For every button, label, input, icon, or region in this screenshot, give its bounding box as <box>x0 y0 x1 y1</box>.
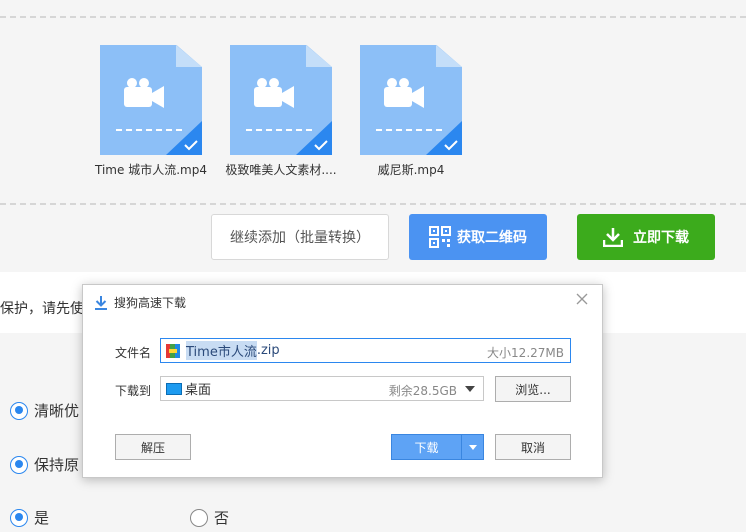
file-name: 威尼斯.mp4 <box>377 163 445 177</box>
close-icon[interactable] <box>574 291 590 307</box>
option-label: 保持原 <box>34 456 80 474</box>
option-keep-original[interactable]: 保持原 <box>10 454 79 475</box>
extract-button[interactable]: 解压 <box>115 434 191 460</box>
file-item[interactable]: 威尼斯.mp4 <box>346 45 476 178</box>
option-quality-first[interactable]: 清晰优 <box>10 400 79 421</box>
dialog-title: 搜狗高速下载 <box>114 296 187 310</box>
radio-unchecked-icon[interactable] <box>190 508 208 527</box>
file-size: 大小12.27MB <box>487 346 564 360</box>
saveto-label: 下载到 <box>115 384 152 398</box>
video-file-icon <box>100 45 202 155</box>
dialog-title-bar: 搜狗高速下载 <box>95 294 186 311</box>
option-yes[interactable]: 是 <box>10 507 49 528</box>
dialog-download-button[interactable]: 下载 <box>391 434 484 460</box>
continue-add-button[interactable]: 继续添加（批量转换） <box>211 214 389 260</box>
file-name: Time 城市人流.mp4 <box>95 163 207 177</box>
cancel-button[interactable]: 取消 <box>495 434 571 460</box>
browse-button[interactable]: 浏览... <box>495 376 571 402</box>
download-arrow-icon <box>95 295 107 310</box>
qrcode-icon <box>429 226 451 248</box>
video-file-icon <box>230 45 332 155</box>
filename-label: 文件名 <box>115 346 152 360</box>
option-label: 是 <box>34 509 50 527</box>
download-now-button[interactable]: 立即下载 <box>577 214 715 260</box>
radio-checked-icon[interactable] <box>10 455 28 474</box>
filename-extension: .zip <box>256 343 280 358</box>
download-label[interactable]: 下载 <box>392 435 462 459</box>
qrcode-button-label: 获取二维码 <box>457 230 527 246</box>
radio-checked-icon[interactable] <box>10 401 28 420</box>
save-path-dropdown[interactable]: 桌面 剩余28.5GB <box>160 376 484 401</box>
save-path-text: 桌面 <box>185 383 212 398</box>
dropdown-arrow-icon[interactable] <box>462 435 483 459</box>
get-qrcode-button[interactable]: 获取二维码 <box>409 214 547 260</box>
file-item[interactable]: Time 城市人流.mp4 <box>86 45 216 178</box>
file-name: 极致唯美人文素材.... <box>225 163 337 177</box>
chevron-down-icon[interactable] <box>465 386 475 392</box>
option-label: 否 <box>214 509 230 527</box>
free-space: 剩余28.5GB <box>388 384 457 398</box>
radio-checked-icon[interactable] <box>10 508 28 527</box>
file-item[interactable]: 极致唯美人文素材.... <box>216 45 346 178</box>
desktop-folder-icon <box>166 382 182 395</box>
download-dialog: 搜狗高速下载 文件名 Time市人流 .zip 大小12.27MB 下载到 桌面… <box>82 284 603 478</box>
notice-text: 保护，请先使 <box>0 301 84 317</box>
download-icon <box>603 228 623 247</box>
file-panel: Time 城市人流.mp4 极致唯美人文素材.... 威尼斯.mp4 继续添加（… <box>0 0 746 272</box>
zip-file-icon <box>166 343 180 358</box>
filename-selected-text: Time市人流 <box>186 341 257 360</box>
divider <box>0 203 746 205</box>
divider <box>0 16 746 18</box>
download-button-label: 立即下载 <box>633 230 689 246</box>
filename-field[interactable]: Time市人流 .zip 大小12.27MB <box>160 338 571 363</box>
option-no[interactable]: 否 <box>190 507 229 528</box>
option-label: 清晰优 <box>34 402 80 420</box>
video-file-icon <box>360 45 462 155</box>
